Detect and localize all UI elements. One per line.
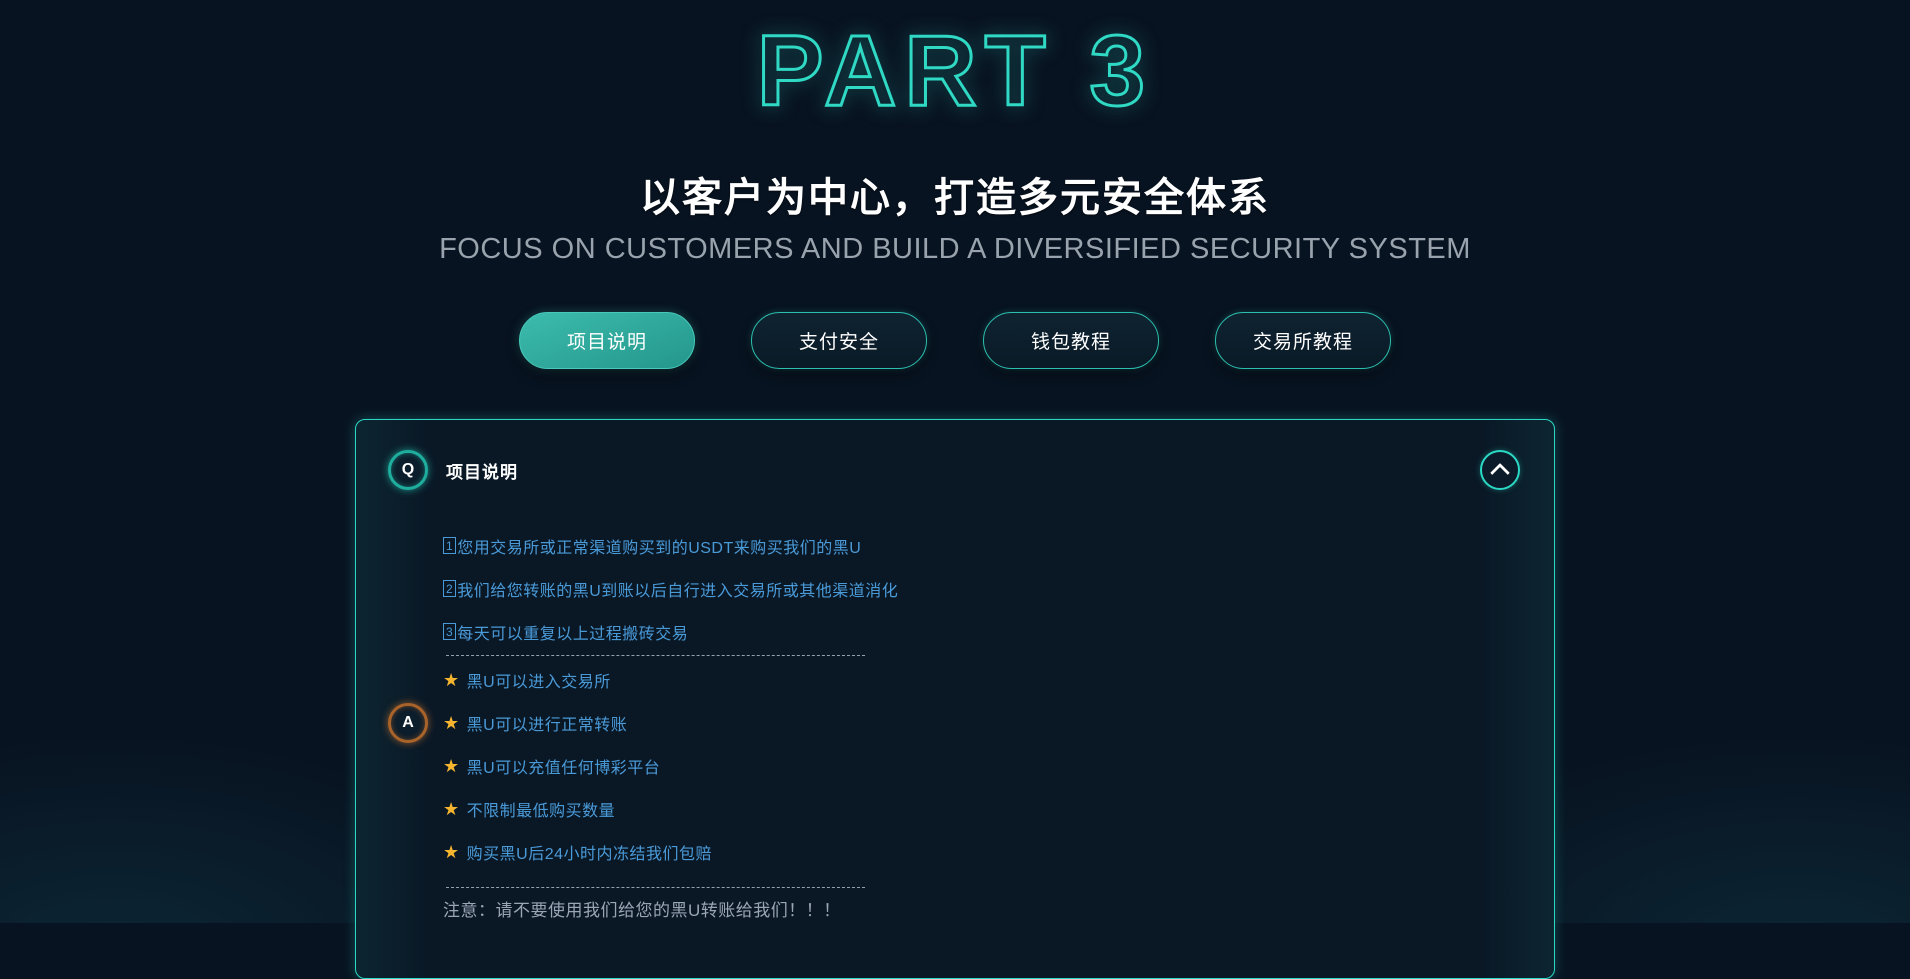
question-icon: Q [388, 450, 428, 490]
feature-text: 黑U可以进行正常转账 [467, 711, 628, 735]
tab-3[interactable]: 钱包教程 [983, 312, 1159, 369]
feature-item: ★ 黑U可以进入交易所 [443, 658, 1514, 701]
steps-list: 1您用交易所或正常渠道购买到的USDT来购买我们的黑U2我们给您转账的黑U到账以… [443, 524, 1514, 653]
step-number-badge: 3 [443, 623, 456, 640]
star-icon: ★ [443, 714, 460, 732]
star-icon: ★ [443, 843, 460, 861]
step-text: 您用交易所或正常渠道购买到的USDT来购买我们的黑U [457, 534, 861, 558]
answer-icon: A [388, 703, 428, 743]
feature-text: 购买黑U后24小时内冻结我们包赔 [467, 840, 712, 864]
feature-text: 黑U可以充值任何博彩平台 [467, 754, 661, 778]
feature-item: ★ 黑U可以进行正常转账 [443, 701, 1514, 744]
qa-panel: Q 项目说明 A 1您用交易所或正常渠道购买到的USDT来购买我们的黑U2我们给… [355, 419, 1555, 979]
question-icon-letter: Q [402, 461, 414, 479]
step-item: 2我们给您转账的黑U到账以后自行进入交易所或其他渠道消化 [443, 567, 1514, 610]
collapse-button[interactable] [1480, 450, 1520, 490]
tab-1[interactable]: 项目说明 [519, 312, 695, 369]
section-title-cn: 以客户为中心，打造多元安全体系 [0, 165, 1910, 223]
star-icon: ★ [443, 671, 460, 689]
step-item: 3每天可以重复以上过程搬砖交易 [443, 610, 1514, 653]
feature-item: ★ 购买黑U后24小时内冻结我们包赔 [443, 830, 1514, 873]
feature-text: 不限制最低购买数量 [467, 797, 616, 821]
step-number-badge: 1 [443, 537, 456, 554]
panel-header: Q 项目说明 [356, 420, 1554, 490]
star-icon: ★ [443, 757, 460, 775]
answer-icon-letter: A [402, 714, 414, 732]
step-text: 我们给您转账的黑U到账以后自行进入交易所或其他渠道消化 [457, 577, 898, 601]
panel-body: 1您用交易所或正常渠道购买到的USDT来购买我们的黑U2我们给您转账的黑U到账以… [356, 490, 1554, 961]
panel-title: 项目说明 [446, 458, 518, 483]
feature-item: ★ 不限制最低购买数量 [443, 787, 1514, 830]
section-subtitle-en: FOCUS ON CUSTOMERS AND BUILD A DIVERSIFI… [0, 233, 1910, 266]
feature-text: 黑U可以进入交易所 [467, 668, 611, 692]
part-title: PART 3 [0, 14, 1910, 129]
step-item: 1您用交易所或正常渠道购买到的USDT来购买我们的黑U [443, 524, 1514, 567]
hero-section: PART 3 以客户为中心，打造多元安全体系 FOCUS ON CUSTOMER… [0, 14, 1910, 266]
dashed-divider [446, 655, 865, 656]
category-tabs: 项目说明支付安全钱包教程交易所教程 [0, 312, 1910, 369]
star-icon: ★ [443, 800, 460, 818]
dashed-divider [446, 887, 865, 888]
tab-2[interactable]: 支付安全 [751, 312, 927, 369]
tab-4[interactable]: 交易所教程 [1215, 312, 1391, 369]
features-list: ★ 黑U可以进入交易所 ★ 黑U可以进行正常转账 ★ 黑U可以充值任何博彩平台 ★ 不限制最低… [443, 658, 1514, 873]
step-text: 每天可以重复以上过程搬砖交易 [457, 620, 688, 644]
feature-item: ★ 黑U可以充值任何博彩平台 [443, 744, 1514, 787]
step-number-badge: 2 [443, 580, 456, 597]
chevron-up-icon [1490, 463, 1510, 483]
